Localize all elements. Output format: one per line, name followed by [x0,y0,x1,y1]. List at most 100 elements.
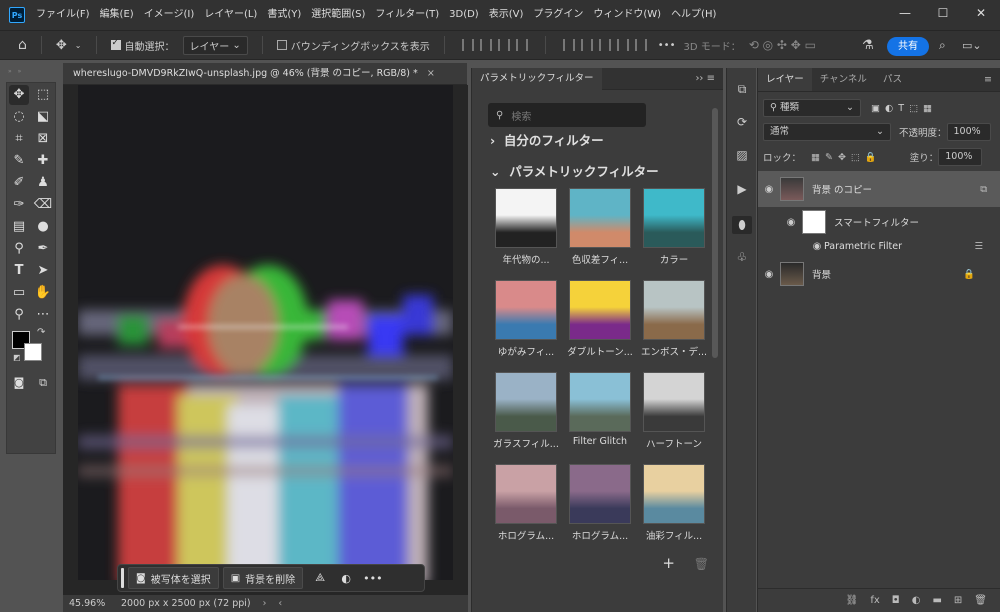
image-panel-icon[interactable]: ▨ [732,146,752,164]
healing-brush-icon[interactable]: ✚ [33,151,53,171]
3d-tools-icon[interactable]: ⟲ ◎ ✣ ✥ ▭ [749,38,816,52]
more-tools-icon[interactable]: ⋯ [33,305,53,325]
play-icon[interactable]: ▶ [732,180,752,198]
trash-icon[interactable]: 🗑 [974,595,987,606]
document-tab[interactable]: whereslugo-DMVD9RkZIwQ-unsplash.jpg @ 46… [63,63,467,85]
type-tool-icon[interactable]: T [9,261,29,281]
tab-parametric-filters[interactable]: パラメトリックフィルター [472,68,602,90]
move-tool-icon[interactable]: ✥ [9,85,29,105]
filter-thumbnail[interactable] [643,464,705,524]
filter-thumbnail[interactable] [643,372,705,432]
layers-panel-menu-icon[interactable]: ≡ [976,68,1000,91]
filter-thumbnail[interactable] [495,188,557,248]
zoom-tool-icon[interactable]: ⚲ [9,305,29,325]
marquee-tool-icon[interactable]: ⬚ [33,85,53,105]
brush-tool-icon[interactable]: ✐ [9,173,29,193]
toolbar-grip-icon[interactable]: » » [8,68,54,75]
transform-icon[interactable]: ⟁ [311,571,329,585]
adjustment-icon[interactable]: ◐ [337,572,355,585]
canvas-area[interactable] [63,85,468,595]
workspace-icon[interactable]: ▭⌄ [962,39,982,52]
chevron-down-icon[interactable]: ⌄ [75,41,82,50]
menu-file[interactable]: ファイル(F) [31,0,95,30]
move-tool-icon[interactable]: ✥ [56,38,67,53]
delete-filter-icon[interactable]: 🗑 [694,557,709,571]
tab-paths[interactable]: パス [875,68,910,91]
eye-icon[interactable]: ◉ [758,184,780,195]
search-input[interactable]: ⚲ 検索 [488,103,646,127]
menu-view[interactable]: 表示(V) [484,0,529,30]
more-options-button[interactable]: ••• [658,40,676,51]
panel-scrollbar[interactable] [712,108,718,358]
panel-collapse-icon[interactable]: ›› ≡ [695,68,715,90]
filter-thumbnail[interactable] [569,188,631,248]
filter-options-icon[interactable]: ☰ [974,241,983,252]
distribute-buttons[interactable] [560,39,650,51]
bbox-checkbox[interactable]: バウンディングボックスを表示 [276,38,430,53]
filter-thumbnail[interactable] [569,280,631,340]
eraser-tool-icon[interactable]: ⌫ [33,195,53,215]
history-panel-icon[interactable]: ⧉ [732,80,752,98]
crop-tool-icon[interactable]: ⌗ [9,129,29,149]
menu-plugins[interactable]: プラグイン [528,0,588,30]
hand-tool-icon[interactable]: ✋ [33,283,53,303]
filter-mask-thumbnail[interactable] [802,210,826,234]
tab-channels[interactable]: チャンネル [812,68,875,91]
pen-tool-icon[interactable]: ✒ [33,239,53,259]
document-image[interactable] [78,85,453,580]
history-brush-icon[interactable]: ✑ [9,195,29,215]
actions-panel-icon[interactable]: ⟳ [732,113,752,131]
select-subject-button[interactable]: ◙ 被写体を選択 [128,567,219,589]
eye-icon[interactable]: ◉ [780,217,802,228]
menu-filter[interactable]: フィルター(T) [370,0,444,30]
menu-edit[interactable]: 編集(E) [95,0,139,30]
lock-icons[interactable]: ▦✎✥⬚🔒 [811,152,882,163]
path-select-icon[interactable]: ➤ [33,261,53,281]
auto-select-checkbox[interactable]: 自動選択： [110,38,175,53]
filter-thumbnail[interactable] [569,372,631,432]
menu-window[interactable]: ウィンドウ(W) [588,0,666,30]
menu-3d[interactable]: 3D(D) [444,0,484,30]
menu-select[interactable]: 選択範囲(S) [306,0,370,30]
more-actions-button[interactable]: ••• [363,572,382,585]
default-colors-icon[interactable]: ◩ [13,353,21,362]
lasso-tool-icon[interactable]: ◌ [9,107,29,127]
background-color-swatch[interactable] [24,343,42,361]
object-select-tool-icon[interactable]: ⬕ [33,107,53,127]
gradient-tool-icon[interactable]: ▤ [9,217,29,237]
filter-thumbnail[interactable] [495,280,557,340]
rectangle-tool-icon[interactable]: ▭ [9,283,29,303]
adjustments-panel-icon[interactable]: ♧ [732,248,752,266]
share-button[interactable]: 共有 [887,37,929,56]
parametric-filters-section[interactable]: ⌄ パラメトリックフィルター [490,161,659,180]
maximize-icon[interactable]: ☐ [924,0,962,30]
adjustment-layer-icon[interactable]: ◐ [912,595,921,606]
scroll-left-icon[interactable]: ‹ [278,598,282,609]
filter-thumbnail[interactable] [569,464,631,524]
blend-mode-dropdown[interactable]: 通常 ⌄ [763,123,891,141]
screen-mode-icon[interactable]: ⧉ [33,373,53,393]
filter-thumbnail[interactable] [495,464,557,524]
tab-layers[interactable]: レイヤー [758,68,812,91]
fx-icon[interactable]: fx [870,595,879,606]
swap-colors-icon[interactable]: ↷ [37,327,45,338]
close-icon[interactable]: ✕ [962,0,1000,30]
layer-row[interactable]: ◉ 背景 のコピー ⧉ [758,171,1000,207]
menu-type[interactable]: 書式(Y) [262,0,306,30]
fill-field[interactable]: 100% [938,148,983,166]
flask-icon[interactable]: ⚗ [862,38,874,53]
auto-select-dropdown[interactable]: レイヤー ⌄ [182,35,248,55]
filter-thumbnail[interactable] [495,372,557,432]
group-icon[interactable]: ▬ [932,595,941,606]
add-mask-icon[interactable]: ◘ [892,595,900,606]
opacity-field[interactable]: 100% [946,123,991,141]
clone-stamp-icon[interactable]: ♟ [33,173,53,193]
quick-mask-icon[interactable]: ◙ [9,373,29,393]
task-bar-grip-icon[interactable] [121,568,124,588]
dodge-tool-icon[interactable]: ⚲ [9,239,29,259]
remove-background-button[interactable]: ▣ 背景を削除 [222,567,304,589]
menu-help[interactable]: ヘルプ(H) [666,0,721,30]
menu-layer[interactable]: レイヤー(L) [199,0,262,30]
eye-icon[interactable]: ◉ [810,241,824,252]
eyedropper-tool-icon[interactable]: ✎ [9,151,29,171]
